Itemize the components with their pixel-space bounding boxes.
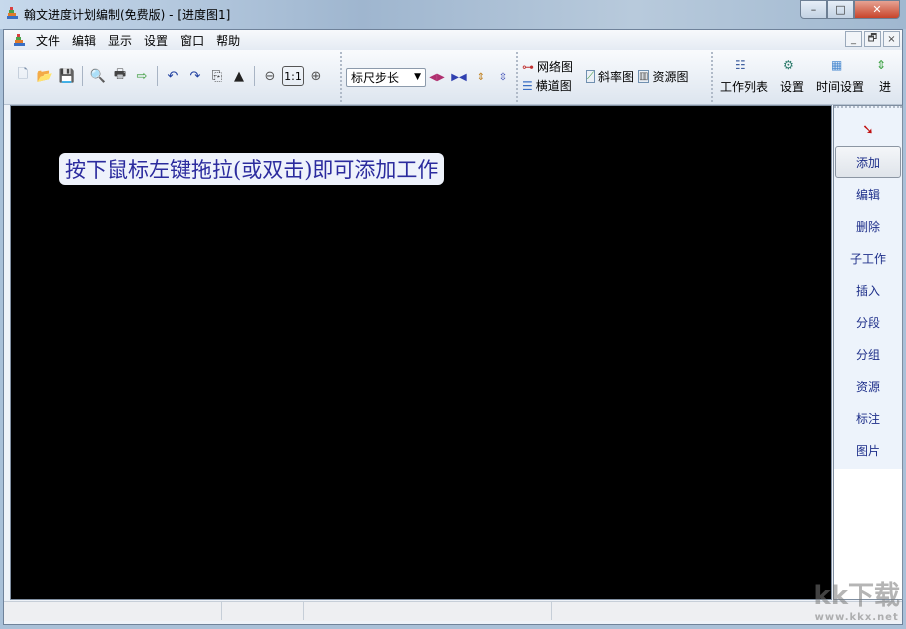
calendar-icon: ▦ [831, 58, 843, 72]
new-file-icon[interactable]: 🗋 [13, 66, 33, 86]
arrow-cursor-icon: ➘ [862, 122, 874, 138]
gear-icon: ⚙ [783, 58, 794, 72]
undo-icon[interactable]: ↶ [163, 66, 183, 86]
tool-subtask[interactable]: 子工作 [834, 242, 902, 274]
collapse-vertical-icon[interactable]: ⇳ [493, 67, 513, 87]
maximize-button[interactable]: □ [827, 0, 854, 19]
pointer-tool[interactable]: ➘ [834, 114, 902, 146]
tool-resource[interactable]: 资源 [834, 370, 902, 402]
status-pane [304, 602, 552, 620]
tool-image[interactable]: 图片 [834, 434, 902, 466]
menu-view[interactable]: 显示 [102, 32, 138, 49]
toolbar-grip[interactable] [340, 52, 342, 102]
chevron-down-icon: ▼ [414, 72, 421, 82]
expand-horizontal-icon[interactable]: ◀▶ [427, 67, 447, 87]
canvas-hint: 按下鼠标左键拖拉(或双击)即可添加工作 [59, 153, 445, 185]
menu-file[interactable]: 文件 [30, 32, 66, 49]
progress-button[interactable]: ⇕ 进 [876, 58, 894, 95]
tool-edit[interactable]: 编辑 [834, 178, 902, 210]
collapse-horizontal-icon[interactable]: ▶◀ [449, 67, 469, 87]
toolbar-grip[interactable] [516, 52, 518, 102]
watermark: kk下载 www.kkx.net [813, 581, 900, 623]
print-preview-icon[interactable]: 🔍 [88, 66, 108, 86]
resource-chart-button[interactable]: ▥ 资源图 [638, 68, 688, 85]
app-icon [7, 7, 18, 19]
bar-chart-icon: ▥ [638, 70, 650, 83]
paste-icon[interactable]: ▲ [229, 66, 249, 86]
copy-icon[interactable]: ⎘ [207, 66, 227, 86]
document-icon [14, 34, 25, 46]
expand-vertical-icon[interactable]: ⇕ [471, 67, 491, 87]
tool-insert[interactable]: 插入 [834, 274, 902, 306]
status-pane [222, 602, 304, 620]
work-list-button[interactable]: ☷ 工作列表 [720, 58, 768, 95]
gantt-icon: ☰ [522, 78, 533, 93]
mdi-restore-button[interactable]: 🗗 [864, 31, 881, 47]
close-button[interactable]: ✕ [854, 0, 900, 19]
bar-chart-button[interactable]: ☰ 横道图 [522, 77, 572, 94]
title-bar: 翰文进度计划编制(免费版) - [进度图1] – □ ✕ [0, 0, 906, 29]
toolbar-grip[interactable] [711, 52, 713, 102]
network-chart-button[interactable]: ⊶ 网络图 [522, 58, 573, 75]
zoom-reset-button[interactable]: 1:1 [282, 66, 304, 86]
zoom-in-icon[interactable]: ⊕ [306, 66, 326, 86]
ruler-step-value: 标尺步长 [351, 70, 400, 85]
ruler-step-select[interactable]: 标尺步长 ▼ [346, 67, 426, 87]
status-bar [4, 601, 902, 621]
progress-icon: ⇕ [876, 58, 887, 72]
network-icon: ⊶ [522, 59, 534, 74]
tool-annotate[interactable]: 标注 [834, 402, 902, 434]
menu-edit[interactable]: 编辑 [66, 32, 102, 49]
main-client: 文件 编辑 显示 设置 窗口 帮助 _ 🗗 × 🗋 📂 💾 🔍 🖶 ⇨ ↶ ↷ … [3, 29, 903, 625]
tool-group[interactable]: 分组 [834, 338, 902, 370]
tool-panel: ➘ 添加 编辑 删除 子工作 插入 分段 分组 资源 标注 图片 [833, 105, 903, 600]
line-chart-icon: ⟋ [586, 70, 595, 83]
tool-segment[interactable]: 分段 [834, 306, 902, 338]
menu-window[interactable]: 窗口 [174, 32, 210, 49]
toolbar: 🗋 📂 💾 🔍 🖶 ⇨ ↶ ↷ ⎘ ▲ ⊖ 1:1 ⊕ 标尺步长 ▼ ◀▶ ▶◀ … [4, 50, 902, 105]
separator [254, 66, 255, 86]
mdi-close-button[interactable]: × [883, 31, 900, 47]
save-icon[interactable]: 💾 [57, 66, 77, 86]
schedule-canvas[interactable]: 按下鼠标左键拖拉(或双击)即可添加工作 [10, 105, 832, 600]
time-settings-button[interactable]: ▦ 时间设置 [816, 58, 864, 95]
menu-help[interactable]: 帮助 [210, 32, 246, 49]
status-pane [4, 602, 222, 620]
window-title: 翰文进度计划编制(免费版) - [进度图1] [24, 8, 231, 22]
mdi-minimize-button[interactable]: _ [845, 31, 862, 47]
open-folder-icon[interactable]: 📂 [35, 66, 55, 86]
list-icon: ☷ [735, 58, 746, 72]
print-icon[interactable]: 🖶 [110, 66, 130, 86]
settings-button[interactable]: ⚙ 设置 [780, 58, 804, 95]
minimize-button[interactable]: – [800, 0, 827, 19]
separator [157, 66, 158, 86]
zoom-out-icon[interactable]: ⊖ [260, 66, 280, 86]
tool-add[interactable]: 添加 [835, 146, 901, 178]
menu-bar: 文件 编辑 显示 设置 窗口 帮助 _ 🗗 × [4, 30, 902, 50]
redo-icon[interactable]: ↷ [185, 66, 205, 86]
menu-settings[interactable]: 设置 [138, 32, 174, 49]
slope-chart-button[interactable]: ⟋ 斜率图 [586, 68, 634, 85]
export-icon[interactable]: ⇨ [132, 66, 152, 86]
separator [82, 66, 83, 86]
tool-delete[interactable]: 删除 [834, 210, 902, 242]
